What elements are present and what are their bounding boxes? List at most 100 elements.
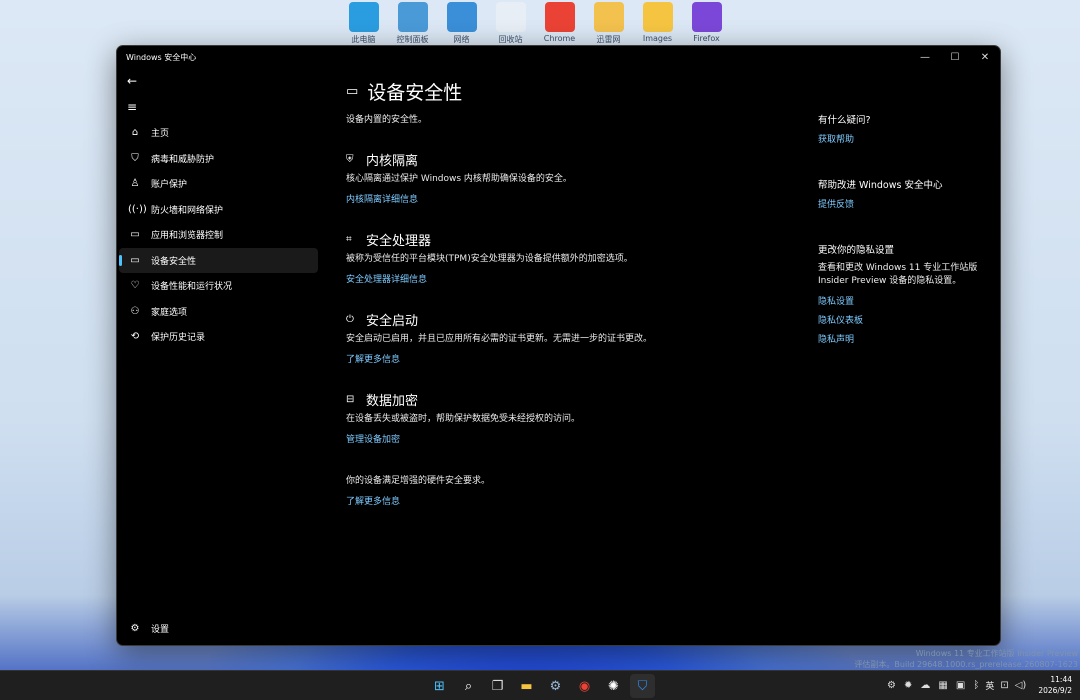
windows-security-icon[interactable]: ⛉ — [630, 674, 655, 698]
section-title: ⛨ 内核隔离 — [346, 151, 676, 169]
section-details-link[interactable]: 内核隔离详细信息 — [346, 192, 676, 205]
feedback-link[interactable]: 提供反馈 — [818, 197, 978, 210]
sidebar-item-family-options[interactable]: ⚇ 家庭选项 — [119, 299, 318, 325]
sun-icon[interactable]: ✹ — [904, 680, 912, 691]
evaluation-watermark: Windows 11 专业工作站版 Insider Preview 评估副本。B… — [854, 648, 1078, 670]
settings-tray-icon[interactable]: ⚙ — [887, 680, 896, 691]
search-icon[interactable]: ⌕ — [456, 674, 481, 698]
network-icon[interactable]: ⊡ — [1000, 680, 1008, 691]
person-icon: ♙ — [130, 178, 140, 190]
chrome-icon[interactable]: ◉ — [572, 674, 597, 698]
windows-security-window: Windows 安全中心 — ☐ ✕ ← ≡ ⌂ 主页 ⛉ 病毒和威胁防护 ♙ 账户… — [116, 45, 1001, 646]
section-description: 核心隔离通过保护 Windows 内核帮助确保设备的安全。 — [346, 174, 572, 184]
section-details-link[interactable]: 了解更多信息 — [346, 352, 676, 365]
volume-icon[interactable]: ◁) — [1015, 680, 1027, 691]
sidebar-item-device-performance[interactable]: ♡ 设备性能和运行状况 — [119, 273, 318, 299]
watermark-line: Windows 11 专业工作站版 Insider Preview — [915, 649, 1078, 658]
computer-icon — [348, 2, 379, 32]
help-group: 有什么疑问? 获取帮助 — [818, 112, 978, 145]
clock[interactable]: 11:44 2026/9/2 — [1038, 674, 1072, 696]
network-icon — [446, 2, 477, 32]
section-title-text: 安全处理器 — [366, 233, 432, 249]
sidebar-item-protection-history[interactable]: ⟲ 保护历史记录 — [119, 324, 318, 350]
encryption-icon: ⊟ — [346, 393, 355, 405]
start-icon[interactable]: ⊞ — [427, 674, 452, 698]
folder-icon — [642, 2, 673, 32]
control-panel-icon — [397, 2, 428, 32]
desktop-icon[interactable]: 网络 — [438, 2, 485, 45]
section-title: ⊟ 数据加密 — [346, 391, 676, 409]
section-title: ⌗ 安全处理器 — [346, 231, 676, 249]
hamburger-menu-icon: ≡ — [127, 100, 138, 114]
app-tray-icon[interactable]: ▦ — [938, 680, 947, 691]
firefox-icon — [691, 2, 722, 32]
sidebar-item-label: 保护历史记录 — [151, 333, 206, 344]
minimize-button[interactable]: — — [910, 46, 940, 68]
wifi-signal-icon: ((·)) — [128, 203, 147, 215]
sidebar-item-label: 应用和浏览器控制 — [151, 231, 224, 242]
sidebar-item-home[interactable]: ⌂ 主页 — [119, 120, 318, 146]
section-details-link[interactable]: 管理设备加密 — [346, 432, 676, 445]
clock-date: 2026/9/2 — [1038, 686, 1072, 695]
sections: ⛨ 内核隔离 核心隔离通过保护 Windows 内核帮助确保设备的安全。 内核隔… — [346, 151, 676, 446]
clock-time: 11:44 — [1050, 675, 1072, 684]
back-arrow-icon: ← — [127, 74, 138, 88]
window-title: Windows 安全中心 — [126, 52, 197, 62]
desktop-icon[interactable]: 迅雷网 — [585, 2, 632, 45]
system-tray: ⚙ ✹ ☁ ▦ ▣ ᛒ 英 ⊡ ◁) 11:44 2026/9/2 — [887, 674, 1072, 696]
get-help-link[interactable]: 获取帮助 — [818, 132, 978, 145]
sidebar-item-app-browser-control[interactable]: ▭ 应用和浏览器控制 — [119, 222, 318, 248]
sidebar-item-label: 病毒和威胁防护 — [151, 154, 215, 165]
screen-icon[interactable]: ▣ — [956, 680, 965, 691]
desktop-icon-label: 回收站 — [498, 35, 523, 44]
tray-icons: ⚙ ✹ ☁ ▦ ▣ ᛒ — [887, 680, 979, 691]
desktop-icon-label: 网络 — [453, 35, 470, 44]
learn-more-link[interactable]: 了解更多信息 — [346, 494, 676, 507]
sidebar-item-account-protection[interactable]: ♙ 账户保护 — [119, 171, 318, 197]
sidebar-item-virus-protection[interactable]: ⛉ 病毒和威胁防护 — [119, 146, 318, 172]
desktop-icon[interactable]: Firefox — [683, 2, 730, 45]
desktop-icon[interactable]: 此电脑 — [340, 2, 387, 45]
core-isolation-icon: ⛨ — [346, 153, 354, 165]
ime-indicator[interactable]: 英 — [985, 679, 994, 692]
sidebar: ← ≡ ⌂ 主页 ⛉ 病毒和威胁防护 ♙ 账户保护 ((·)) 防火墙和网络保护 ▭ 应… — [117, 68, 322, 645]
sidebar-item-label: 设备性能和运行状况 — [151, 282, 233, 293]
privacy-statement-link[interactable]: 隐私声明 — [818, 332, 978, 345]
watermark-line: 评估副本。Build 29648.1000.rs_prerelease.2608… — [854, 660, 1078, 669]
maximize-button[interactable]: ☐ — [940, 46, 970, 68]
section-title-text: 内核隔离 — [366, 153, 419, 169]
sidebar-item-label: 家庭选项 — [151, 307, 188, 318]
chatgpt-icon[interactable]: ✺ — [601, 674, 626, 698]
back-button[interactable]: ← — [117, 68, 322, 94]
desktop-icon[interactable]: Images — [634, 2, 681, 45]
page-title-text: 设备安全性 — [367, 81, 463, 104]
settings-icon[interactable]: ⚙ — [543, 674, 568, 698]
desktop-icon[interactable]: 控制面板 — [389, 2, 436, 45]
family-icon: ⚇ — [130, 305, 140, 317]
section-details-link[interactable]: 安全处理器详细信息 — [346, 272, 676, 285]
privacy-settings-link[interactable]: 隐私设置 — [818, 294, 978, 307]
sidebar-item-label: 防火墙和网络保护 — [151, 205, 224, 216]
desktop-icon[interactable]: Chrome — [536, 2, 583, 45]
desktop-icon-label: 迅雷网 — [596, 35, 621, 44]
taskbar-apps: ⊞ ⌕ ❐ ▬ ⚙ ◉ ✺ ⛉ — [427, 674, 655, 698]
title-bar[interactable]: Windows 安全中心 — [117, 46, 1000, 68]
section-title-text: 数据加密 — [366, 393, 419, 409]
bluetooth-icon[interactable]: ᛒ — [973, 680, 979, 691]
file-explorer-icon[interactable]: ▬ — [514, 674, 539, 698]
close-button[interactable]: ✕ — [970, 46, 1000, 68]
desktop-icons: 此电脑 控制面板 网络 回收站 Chrome 迅雷网 Images Firefo… — [340, 2, 730, 45]
sidebar-item-firewall[interactable]: ((·)) 防火墙和网络保护 — [119, 197, 318, 223]
onedrive-icon[interactable]: ☁ — [920, 680, 930, 691]
feedback-group: 帮助改进 Windows 安全中心 提供反馈 — [818, 177, 978, 210]
sidebar-item-device-security[interactable]: ▭ 设备安全性 — [119, 247, 318, 273]
sidebar-item-settings[interactable]: ⚙ 设置 — [119, 616, 170, 642]
menu-button[interactable]: ≡ — [117, 94, 322, 120]
desktop-icon[interactable]: 回收站 — [487, 2, 534, 45]
page-subtitle: 设备内置的安全性。 — [346, 115, 428, 125]
processor-chip-icon: ⌗ — [346, 233, 352, 245]
task-view-icon[interactable]: ❐ — [485, 674, 510, 698]
sidebar-item-label: 主页 — [151, 129, 170, 140]
right-panel: 有什么疑问? 获取帮助 帮助改进 Windows 安全中心 提供反馈 更改你的隐… — [818, 112, 978, 377]
privacy-dashboard-link[interactable]: 隐私仪表板 — [818, 313, 978, 326]
